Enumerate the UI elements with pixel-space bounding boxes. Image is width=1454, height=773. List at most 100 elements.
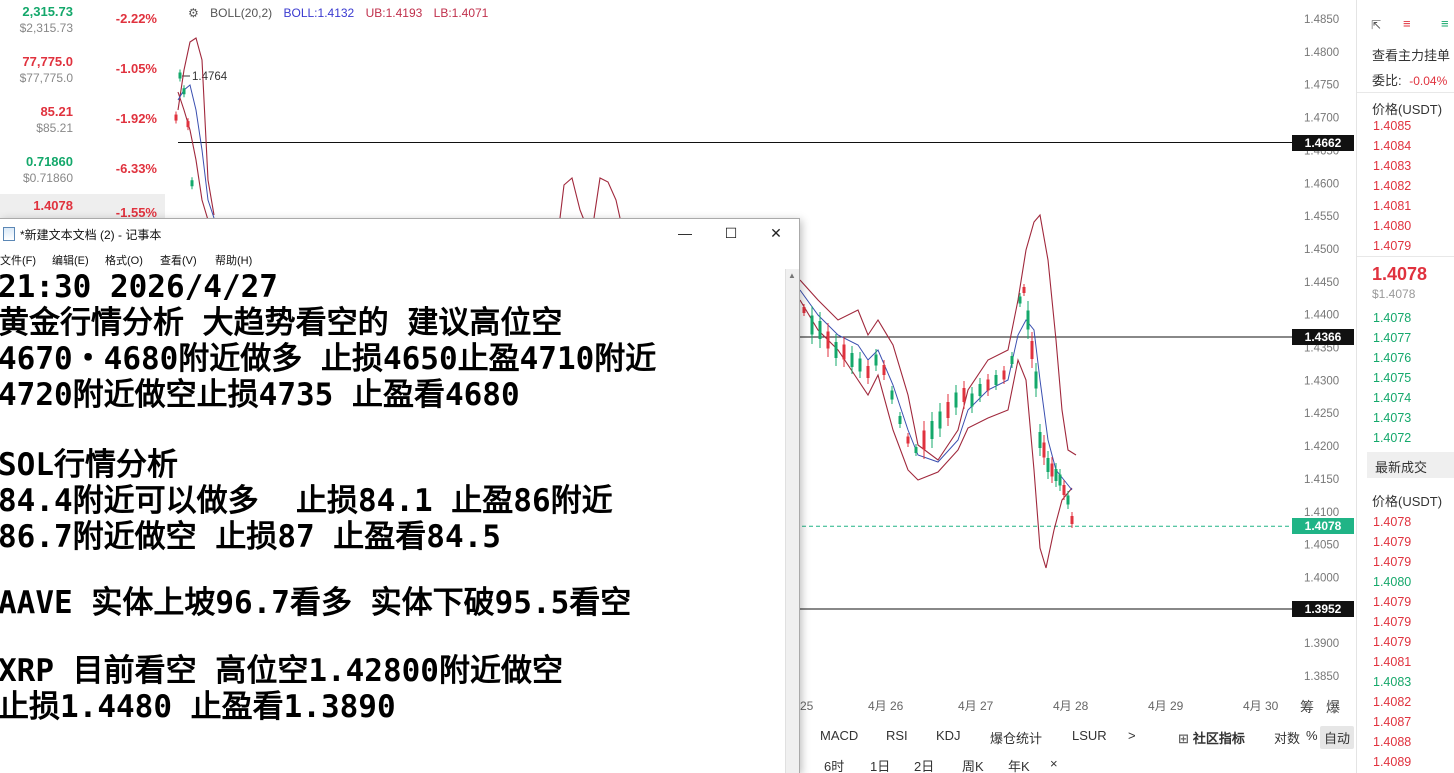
period-tab[interactable]: × — [1050, 756, 1058, 771]
trade-price[interactable]: 1.4079 — [1373, 535, 1411, 549]
trade-price[interactable]: 1.4081 — [1373, 655, 1411, 669]
boll-lower-band — [799, 299, 1073, 569]
candle-body — [938, 411, 942, 429]
trade-price[interactable]: 1.4079 — [1373, 595, 1411, 609]
ask-price[interactable]: 1.4084 — [1373, 139, 1411, 153]
bid-price[interactable]: 1.4075 — [1373, 371, 1411, 385]
minimize-button[interactable]: — — [662, 219, 708, 249]
menu-item[interactable]: 格式(O) — [105, 252, 143, 268]
book-view-icon[interactable]: ≡ — [1403, 16, 1411, 31]
text-line: 21:30 2026/4/27 — [0, 269, 278, 305]
menu-item[interactable]: 编辑(E) — [52, 252, 89, 268]
trade-price[interactable]: 1.4082 — [1373, 695, 1411, 709]
candle-body — [182, 88, 186, 95]
liquidation-label[interactable]: 爆 — [1326, 700, 1340, 716]
auto-scale-toggle[interactable]: 自动 — [1320, 726, 1355, 749]
trade-price[interactable]: 1.4079 — [1373, 615, 1411, 629]
notepad-window[interactable]: *新建文本文档 (2) - 记事本 — ☐ ✕ 文件(F) 编辑(E) 格式(O) 查… — [0, 218, 800, 773]
list-view-icon[interactable]: ≡ — [1441, 16, 1449, 31]
notepad-text-area[interactable]: 21:30 2026/4/27 黄金行情分析 大趋势看空的 建议高位空 4670・4… — [0, 269, 785, 773]
order-book-panel: ⇱ ≡ ≡ 查看主力挂单 委比: -0.04% 价格(USDT) 1.4078 … — [1356, 0, 1454, 773]
ask-price[interactable]: 1.4083 — [1373, 159, 1411, 173]
candle-body — [930, 421, 934, 439]
high-marker-label: 1.4764 — [192, 71, 228, 83]
period-tab[interactable]: 周K — [962, 756, 984, 773]
trade-price[interactable]: 1.4078 — [1373, 515, 1411, 529]
trade-price[interactable]: 1.4089 — [1373, 755, 1411, 769]
close-button[interactable]: ✕ — [753, 219, 799, 249]
menu-item[interactable]: 文件(F) — [0, 252, 36, 268]
candle-body — [1058, 474, 1062, 486]
bid-price[interactable]: 1.4078 — [1373, 311, 1411, 325]
indicator-tab[interactable]: RSI — [886, 728, 908, 743]
bid-price[interactable]: 1.4073 — [1373, 411, 1411, 425]
chips-label[interactable]: 筹 — [1300, 699, 1314, 716]
x-tick-label: 4月 29 — [1148, 699, 1184, 713]
candle-body — [1042, 442, 1046, 458]
period-tab[interactable]: 2日 — [914, 756, 934, 773]
indicator-tab[interactable]: > — [1128, 728, 1136, 743]
candle-body — [1066, 495, 1070, 505]
bid-price[interactable]: 1.4074 — [1373, 391, 1411, 405]
percent-scale-toggle[interactable]: % — [1306, 728, 1318, 743]
notepad-titlebar[interactable]: *新建文本文档 (2) - 记事本 — ☐ ✕ — [0, 219, 799, 249]
watchlist-item[interactable]: 2,315.73 $2,315.73 -2.22% — [0, 0, 165, 50]
trade-price[interactable]: 1.4079 — [1373, 555, 1411, 569]
scroll-up-icon[interactable]: ▲ — [788, 271, 796, 280]
community-indicators-button[interactable]: ⊞ 社区指标 — [1178, 728, 1245, 747]
candle-body — [970, 393, 974, 407]
y-tick-label: 1.4550 — [1304, 211, 1339, 223]
trade-price[interactable]: 1.4087 — [1373, 715, 1411, 729]
watchlist-item[interactable]: 0.71860 $0.71860 -6.33% — [0, 150, 165, 200]
menu-item[interactable]: 查看(V) — [160, 252, 197, 268]
watchlist-usd-price: $85.21 — [36, 121, 73, 135]
boll-lower-band-left — [177, 91, 209, 221]
watchlist-price: 77,775.0 — [22, 54, 73, 69]
watchlist-item[interactable]: 85.21 $85.21 -1.92% — [0, 100, 165, 150]
ask-price[interactable]: 1.4080 — [1373, 219, 1411, 233]
watchlist-change: -6.33% — [115, 161, 157, 176]
indicator-tab[interactable]: KDJ — [936, 728, 961, 743]
trade-price[interactable]: 1.4083 — [1373, 675, 1411, 689]
watchlist-item[interactable]: 77,775.0 $77,775.0 -1.05% — [0, 50, 165, 100]
period-tab[interactable]: 1日 — [870, 756, 890, 773]
screen: 2,315.73 $2,315.73 -2.22% 77,775.0 $77,775.0… — [0, 0, 1454, 773]
maximize-button[interactable]: ☐ — [708, 219, 754, 249]
log-scale-toggle[interactable]: 对数 — [1274, 728, 1300, 747]
indicator-tab[interactable]: LSUR — [1072, 728, 1107, 743]
community-icon: ⊞ — [1178, 731, 1189, 746]
ask-price[interactable]: 1.4081 — [1373, 199, 1411, 213]
candle-body — [914, 447, 918, 453]
y-tick-label: 1.3900 — [1304, 638, 1339, 650]
trade-price[interactable]: 1.4088 — [1373, 735, 1411, 749]
main-orders-link[interactable]: 查看主力挂单 — [1372, 45, 1450, 64]
watchlist-price: 85.21 — [40, 104, 73, 119]
y-tick-label: 1.4500 — [1304, 244, 1339, 256]
trade-price[interactable]: 1.4080 — [1373, 575, 1411, 589]
boll-middle-band-left — [177, 84, 215, 219]
current-price-label: 1.4078 — [1292, 518, 1354, 535]
text-line: AAVE 实体上坡96.7看多 实体下破95.5看空 — [0, 585, 632, 621]
ask-price[interactable]: 1.4085 — [1373, 119, 1411, 133]
ask-price[interactable]: 1.4082 — [1373, 179, 1411, 193]
candle-body — [1062, 485, 1066, 495]
period-tab[interactable]: 6时 — [824, 756, 844, 773]
indicator-tab[interactable]: MACD — [820, 728, 858, 743]
bid-price[interactable]: 1.4072 — [1373, 431, 1411, 445]
bid-price[interactable]: 1.4076 — [1373, 351, 1411, 365]
y-tick-label: 1.4200 — [1304, 441, 1339, 453]
indicator-tab[interactable]: 爆仓统计 — [990, 728, 1042, 747]
notepad-menubar: 文件(F) 编辑(E) 格式(O) 查看(V) 帮助(H) — [0, 249, 799, 269]
expand-icon[interactable]: ⇱ — [1371, 18, 1381, 32]
trade-price[interactable]: 1.4079 — [1373, 635, 1411, 649]
vertical-scrollbar[interactable]: ▲ — [785, 269, 799, 773]
menu-item[interactable]: 帮助(H) — [215, 252, 252, 268]
candle-body — [858, 358, 862, 372]
settings-icon[interactable]: ⚙ — [188, 6, 199, 20]
bid-price[interactable]: 1.4077 — [1373, 331, 1411, 345]
tab-latest-trades[interactable]: 最新成交 — [1367, 452, 1454, 478]
period-tab[interactable]: 年K — [1008, 756, 1030, 773]
y-tick-label: 1.4400 — [1304, 310, 1339, 322]
ask-price[interactable]: 1.4079 — [1373, 239, 1411, 253]
candle-body — [850, 353, 854, 367]
